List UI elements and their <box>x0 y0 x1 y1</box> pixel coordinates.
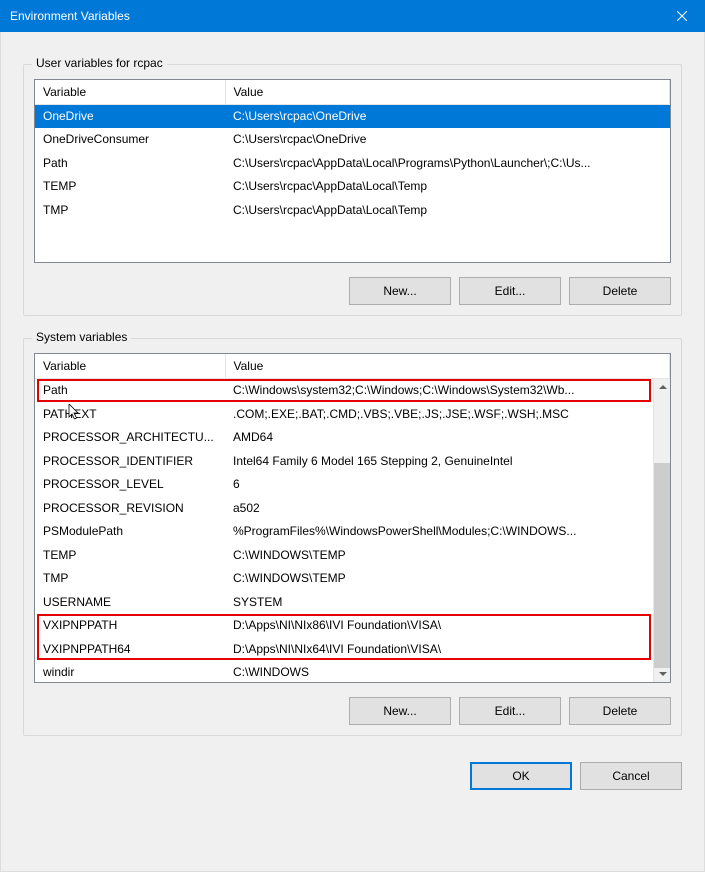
cell-value: C:\Users\rcpac\AppData\Local\Temp <box>225 175 670 199</box>
cell-value: SYSTEM <box>225 590 653 614</box>
close-button[interactable] <box>659 0 705 32</box>
table-row[interactable]: OneDriveC:\Users\rcpac\OneDrive <box>35 104 670 128</box>
dialog-content: User variables for rcpac Variable Value … <box>0 32 705 872</box>
table-row[interactable]: TMPC:\Users\rcpac\AppData\Local\Temp <box>35 198 670 222</box>
cell-variable: PROCESSOR_LEVEL <box>35 473 225 497</box>
system-edit-button[interactable]: Edit... <box>459 697 561 725</box>
table-row[interactable]: PathC:\Users\rcpac\AppData\Local\Program… <box>35 151 670 175</box>
column-header-variable[interactable]: Variable <box>35 80 225 104</box>
cell-value: AMD64 <box>225 426 653 450</box>
cell-variable: PSModulePath <box>35 520 225 544</box>
user-edit-button[interactable]: Edit... <box>459 277 561 305</box>
ok-button[interactable]: OK <box>470 762 572 790</box>
user-new-button[interactable]: New... <box>349 277 451 305</box>
table-row[interactable]: TEMPC:\Users\rcpac\AppData\Local\Temp <box>35 175 670 199</box>
cell-variable: VXIPNPPATH64 <box>35 637 225 661</box>
cell-variable: VXIPNPPATH <box>35 614 225 638</box>
cell-variable: TMP <box>35 198 225 222</box>
close-icon <box>677 11 687 21</box>
system-new-button[interactable]: New... <box>349 697 451 725</box>
cell-variable: PATHEXT <box>35 402 225 426</box>
table-row[interactable]: TEMPC:\WINDOWS\TEMP <box>35 543 653 567</box>
titlebar-text: Environment Variables <box>10 9 659 23</box>
column-header-value[interactable]: Value <box>225 354 670 378</box>
cancel-button[interactable]: Cancel <box>580 762 682 790</box>
cell-value: %ProgramFiles%\WindowsPowerShell\Modules… <box>225 520 653 544</box>
table-row[interactable]: VXIPNPPATHD:\Apps\NI\NIx86\IVI Foundatio… <box>35 614 653 638</box>
column-header-value[interactable]: Value <box>225 80 670 104</box>
cell-value: .COM;.EXE;.BAT;.CMD;.VBS;.VBE;.JS;.JSE;.… <box>225 402 653 426</box>
cell-value: C:\WINDOWS <box>225 661 653 683</box>
system-delete-button[interactable]: Delete <box>569 697 671 725</box>
table-header-row: Variable Value <box>35 80 670 104</box>
column-header-variable[interactable]: Variable <box>35 354 225 378</box>
user-variables-table[interactable]: Variable Value OneDriveC:\Users\rcpac\On… <box>35 80 670 222</box>
cell-variable: Path <box>35 379 225 403</box>
cell-value: D:\Apps\NI\NIx86\IVI Foundation\VISA\ <box>225 614 653 638</box>
user-variables-table-wrap: Variable Value OneDriveC:\Users\rcpac\On… <box>34 79 671 263</box>
cell-value: 6 <box>225 473 653 497</box>
system-button-row: New... Edit... Delete <box>34 697 671 725</box>
cell-variable: TEMP <box>35 543 225 567</box>
cell-variable: Path <box>35 151 225 175</box>
table-row[interactable]: windirC:\WINDOWS <box>35 661 653 683</box>
cell-value: D:\Apps\NI\NIx64\IVI Foundation\VISA\ <box>225 637 653 661</box>
user-variables-group: User variables for rcpac Variable Value … <box>23 64 682 316</box>
table-row[interactable]: PROCESSOR_ARCHITECTU...AMD64 <box>35 426 653 450</box>
cell-value: C:\Users\rcpac\OneDrive <box>225 104 670 128</box>
cell-value: C:\WINDOWS\TEMP <box>225 567 653 591</box>
cell-variable: PROCESSOR_IDENTIFIER <box>35 449 225 473</box>
system-table-body-wrap: PathC:\Windows\system32;C:\Windows;C:\Wi… <box>35 379 670 683</box>
table-row[interactable]: OneDriveConsumerC:\Users\rcpac\OneDrive <box>35 128 670 152</box>
cell-variable: PROCESSOR_ARCHITECTU... <box>35 426 225 450</box>
system-variables-table[interactable]: PathC:\Windows\system32;C:\Windows;C:\Wi… <box>35 379 653 683</box>
system-variables-table-head[interactable]: Variable Value <box>35 354 670 379</box>
scroll-thumb[interactable] <box>654 463 670 668</box>
cell-value: C:\Windows\system32;C:\Windows;C:\Window… <box>225 379 653 403</box>
user-delete-button[interactable]: Delete <box>569 277 671 305</box>
cell-value: C:\Users\rcpac\AppData\Local\Programs\Py… <box>225 151 670 175</box>
cell-value: Intel64 Family 6 Model 165 Stepping 2, G… <box>225 449 653 473</box>
scroll-up-arrow-icon[interactable] <box>654 379 670 396</box>
table-row[interactable]: VXIPNPPATH64D:\Apps\NI\NIx64\IVI Foundat… <box>35 637 653 661</box>
table-row[interactable]: PATHEXT.COM;.EXE;.BAT;.CMD;.VBS;.VBE;.JS… <box>35 402 653 426</box>
titlebar: Environment Variables <box>0 0 705 32</box>
cell-variable: PROCESSOR_REVISION <box>35 496 225 520</box>
cell-variable: USERNAME <box>35 590 225 614</box>
cell-value: a502 <box>225 496 653 520</box>
system-variables-table-wrap: Variable Value PathC:\Windows\system32;C… <box>34 353 671 683</box>
user-group-label: User variables for rcpac <box>32 56 167 70</box>
cell-variable: OneDrive <box>35 104 225 128</box>
cell-variable: TEMP <box>35 175 225 199</box>
table-row[interactable]: PROCESSOR_LEVEL6 <box>35 473 653 497</box>
cell-value: C:\Users\rcpac\AppData\Local\Temp <box>225 198 670 222</box>
cell-value: C:\WINDOWS\TEMP <box>225 543 653 567</box>
dialog-footer: OK Cancel <box>23 762 682 790</box>
system-group-label: System variables <box>32 330 131 344</box>
table-row[interactable]: PROCESSOR_REVISIONa502 <box>35 496 653 520</box>
table-row[interactable]: PathC:\Windows\system32;C:\Windows;C:\Wi… <box>35 379 653 403</box>
cell-variable: OneDriveConsumer <box>35 128 225 152</box>
cell-variable: TMP <box>35 567 225 591</box>
table-row[interactable]: TMPC:\WINDOWS\TEMP <box>35 567 653 591</box>
table-row[interactable]: PSModulePath%ProgramFiles%\WindowsPowerS… <box>35 520 653 544</box>
scroll-down-arrow-icon[interactable] <box>654 666 670 683</box>
system-variables-group: System variables Variable Value PathC:\W… <box>23 338 682 736</box>
table-row[interactable]: PROCESSOR_IDENTIFIERIntel64 Family 6 Mod… <box>35 449 653 473</box>
table-header-row: Variable Value <box>35 354 670 378</box>
cell-value: C:\Users\rcpac\OneDrive <box>225 128 670 152</box>
system-scrollbar[interactable] <box>653 379 670 683</box>
table-row[interactable]: USERNAMESYSTEM <box>35 590 653 614</box>
cell-variable: windir <box>35 661 225 683</box>
user-button-row: New... Edit... Delete <box>34 277 671 305</box>
